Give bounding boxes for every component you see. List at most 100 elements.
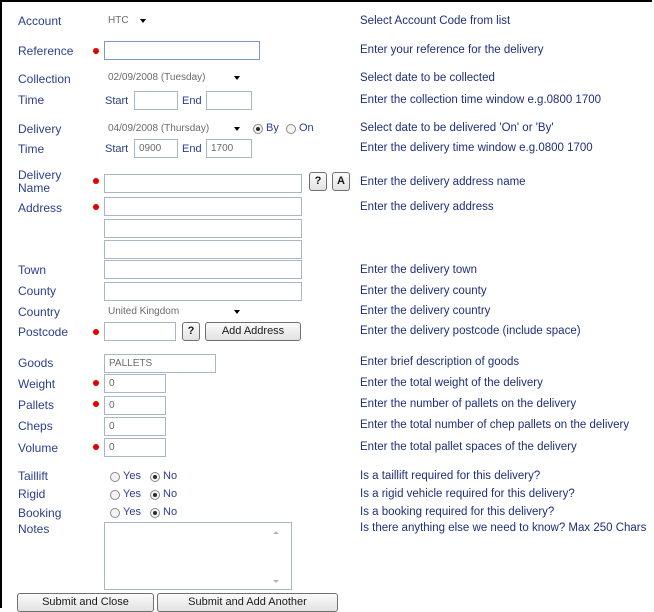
- scroll-up-icon[interactable]: [273, 531, 279, 534]
- address-help: Enter the delivery address: [360, 201, 494, 213]
- postcode-help-button[interactable]: ?: [182, 322, 200, 341]
- reference-label: Reference: [18, 44, 74, 58]
- submit-and-add-another-button[interactable]: Submit and Add Another: [157, 593, 338, 612]
- country-help: Enter the delivery country: [360, 305, 491, 317]
- volume-label: Volume: [18, 441, 59, 455]
- collection-date-select[interactable]: 02/09/2008 (Tuesday): [104, 69, 246, 87]
- delivery-name-input[interactable]: [104, 174, 302, 193]
- required-marker: [93, 444, 99, 450]
- address-line1-input[interactable]: [104, 197, 302, 216]
- address-line3-input[interactable]: [104, 240, 302, 259]
- taillift-yes-label: Yes: [123, 470, 141, 482]
- delivery-start-input[interactable]: 0900: [134, 139, 178, 158]
- booking-yes-radio[interactable]: [110, 508, 120, 518]
- delivery-name-help-button[interactable]: ?: [309, 172, 327, 191]
- rigid-yes-label: Yes: [123, 488, 141, 500]
- rigid-help: Is a rigid vehicle required for this del…: [360, 488, 575, 500]
- collection-date-value: 02/09/2008 (Tuesday): [108, 72, 206, 83]
- account-select[interactable]: HTC: [104, 12, 152, 30]
- chevron-down-icon: [234, 76, 240, 80]
- postcode-input[interactable]: [104, 322, 176, 341]
- volume-help: Enter the total pallet spaces of the del…: [360, 441, 577, 453]
- scroll-down-icon[interactable]: [273, 580, 279, 583]
- booking-no-radio[interactable]: [150, 508, 160, 518]
- pallets-help: Enter the number of pallets on the deliv…: [360, 398, 577, 410]
- delivery-end-label: End: [182, 143, 202, 155]
- delivery-on-label: On: [299, 122, 314, 134]
- required-marker: [93, 401, 99, 407]
- delivery-name-label-line2: Name: [18, 181, 51, 195]
- account-value: HTC: [108, 15, 129, 26]
- chevron-down-icon: [234, 127, 240, 131]
- account-label: Account: [18, 14, 62, 28]
- volume-input[interactable]: 0: [104, 438, 166, 457]
- delivery-name-label-line1: Delivery: [18, 168, 62, 182]
- notes-textarea[interactable]: [104, 522, 292, 590]
- town-label: Town: [18, 263, 47, 277]
- country-value: United Kingdom: [108, 306, 180, 317]
- weight-help: Enter the total weight of the delivery: [360, 377, 543, 389]
- delivery-date-value: 04/09/2008 (Thursday): [108, 123, 210, 134]
- taillift-no-label: No: [163, 470, 178, 482]
- delivery-by-label: By: [266, 122, 279, 134]
- delivery-on-radio[interactable]: [286, 124, 296, 134]
- address-label: Address: [18, 201, 63, 215]
- collection-label: Collection: [18, 72, 71, 86]
- country-select[interactable]: United Kingdom: [104, 303, 246, 321]
- collection-start-input[interactable]: [134, 91, 178, 110]
- town-help: Enter the delivery town: [360, 264, 477, 276]
- cheps-input[interactable]: 0: [104, 417, 166, 436]
- reference-input[interactable]: [104, 41, 260, 60]
- weight-label: Weight: [18, 377, 56, 391]
- chevron-down-icon: [234, 310, 240, 314]
- address-line2-input[interactable]: [104, 219, 302, 238]
- rigid-yes-radio[interactable]: [110, 490, 120, 500]
- booking-help: Is a booking required for this delivery?: [360, 506, 555, 518]
- booking-label: Booking: [18, 506, 62, 520]
- town-input[interactable]: [104, 260, 302, 279]
- postcode-help: Enter the delivery postcode (include spa…: [360, 325, 581, 337]
- taillift-no-radio[interactable]: [150, 472, 160, 482]
- booking-yes-label: Yes: [123, 506, 141, 518]
- add-address-button[interactable]: Add Address: [205, 322, 301, 341]
- collection-end-label: End: [182, 95, 202, 107]
- notes-help: Is there anything else we need to know? …: [360, 522, 647, 534]
- collection-time-label: Time: [18, 93, 45, 107]
- pallets-input[interactable]: 0: [104, 396, 166, 415]
- account-help: Select Account Code from list: [360, 15, 511, 27]
- delivery-time-help: Enter the delivery time window e.g.0800 …: [360, 142, 593, 154]
- county-label: County: [18, 284, 57, 298]
- taillift-label: Taillift: [18, 469, 49, 483]
- collection-end-input[interactable]: [206, 91, 252, 110]
- delivery-help: Select date to be delivered 'On' or 'By': [360, 122, 554, 134]
- delivery-by-radio[interactable]: [253, 124, 263, 134]
- booking-no-label: No: [163, 506, 178, 518]
- reference-help: Enter your reference for the delivery: [360, 44, 544, 56]
- delivery-start-label: Start: [105, 143, 129, 155]
- county-help: Enter the delivery county: [360, 285, 487, 297]
- collection-help: Select date to be collected: [360, 72, 495, 84]
- cheps-help: Enter the total number of chep pallets o…: [360, 419, 630, 431]
- pallets-label: Pallets: [18, 398, 55, 412]
- weight-input[interactable]: 0: [104, 374, 166, 393]
- country-label: Country: [18, 305, 61, 319]
- required-marker: [93, 329, 99, 335]
- required-marker: [93, 178, 99, 184]
- goods-input[interactable]: PALLETS: [104, 354, 216, 373]
- rigid-no-radio[interactable]: [150, 490, 160, 500]
- delivery-time-label: Time: [18, 142, 45, 156]
- required-marker: [93, 48, 99, 54]
- chevron-down-icon: [140, 19, 146, 23]
- notes-label: Notes: [18, 522, 50, 536]
- address-lookup-button[interactable]: A: [332, 172, 350, 191]
- taillift-yes-radio[interactable]: [110, 472, 120, 482]
- cheps-label: Cheps: [18, 419, 53, 433]
- submit-and-close-button[interactable]: Submit and Close: [17, 593, 154, 612]
- delivery-name-help: Enter the delivery address name: [360, 176, 526, 188]
- delivery-date-select[interactable]: 04/09/2008 (Thursday): [104, 120, 246, 138]
- rigid-label: Rigid: [18, 487, 46, 501]
- delivery-end-input[interactable]: 1700: [206, 139, 252, 158]
- delivery-label: Delivery: [18, 122, 62, 136]
- collection-time-help: Enter the collection time window e.g.080…: [360, 94, 602, 106]
- county-input[interactable]: [104, 282, 302, 301]
